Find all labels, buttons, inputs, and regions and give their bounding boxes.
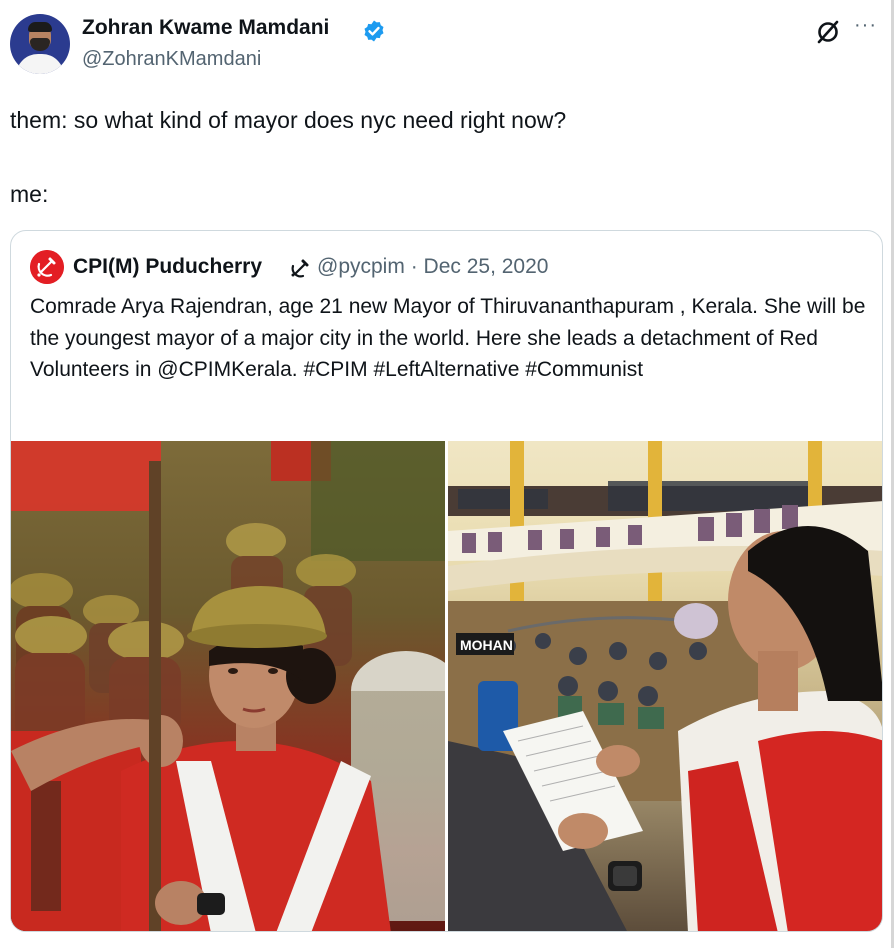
quoted-tweet[interactable]: CPI(M) Puducherry @pycpim · Dec 25, 2020… [10, 230, 883, 932]
quote-separator: · [410, 255, 418, 278]
quote-text: Comrade Arya Rajendran, age 21 new Mayor… [30, 295, 866, 381]
quote-media[interactable]: MOHAN [11, 441, 883, 932]
tweet-text: them: so what kind of mayor does nyc nee… [10, 107, 567, 207]
woman-reading-speech-at-podium-photo[interactable]: MOHAN [448, 441, 883, 932]
more-options-icon[interactable]: ··· [854, 14, 877, 37]
grok-icon[interactable] [814, 18, 842, 46]
woman-in-red-uniform-holding-flag-photo[interactable] [11, 441, 445, 932]
author-name[interactable]: Zohran Kwame Mamdani [82, 16, 329, 40]
nameplate: MOHAN [460, 637, 513, 653]
quote-avatar[interactable] [30, 250, 64, 284]
quote-meta[interactable]: @pycpim · Dec 25, 2020 [317, 255, 548, 279]
quote-author-name[interactable]: CPI(M) Puducherry [73, 255, 262, 279]
quote-date[interactable]: Dec 25, 2020 [424, 255, 549, 278]
avatar[interactable] [10, 14, 70, 74]
author-handle[interactable]: @ZohranKMamdani [82, 48, 261, 71]
verified-badge-icon [364, 20, 384, 42]
quote-handle[interactable]: @pycpim [317, 255, 405, 278]
tweet-card[interactable]: Zohran Kwame Mamdani @ZohranKMamdani ···… [0, 0, 894, 948]
hammer-sickle-icon [291, 259, 309, 278]
